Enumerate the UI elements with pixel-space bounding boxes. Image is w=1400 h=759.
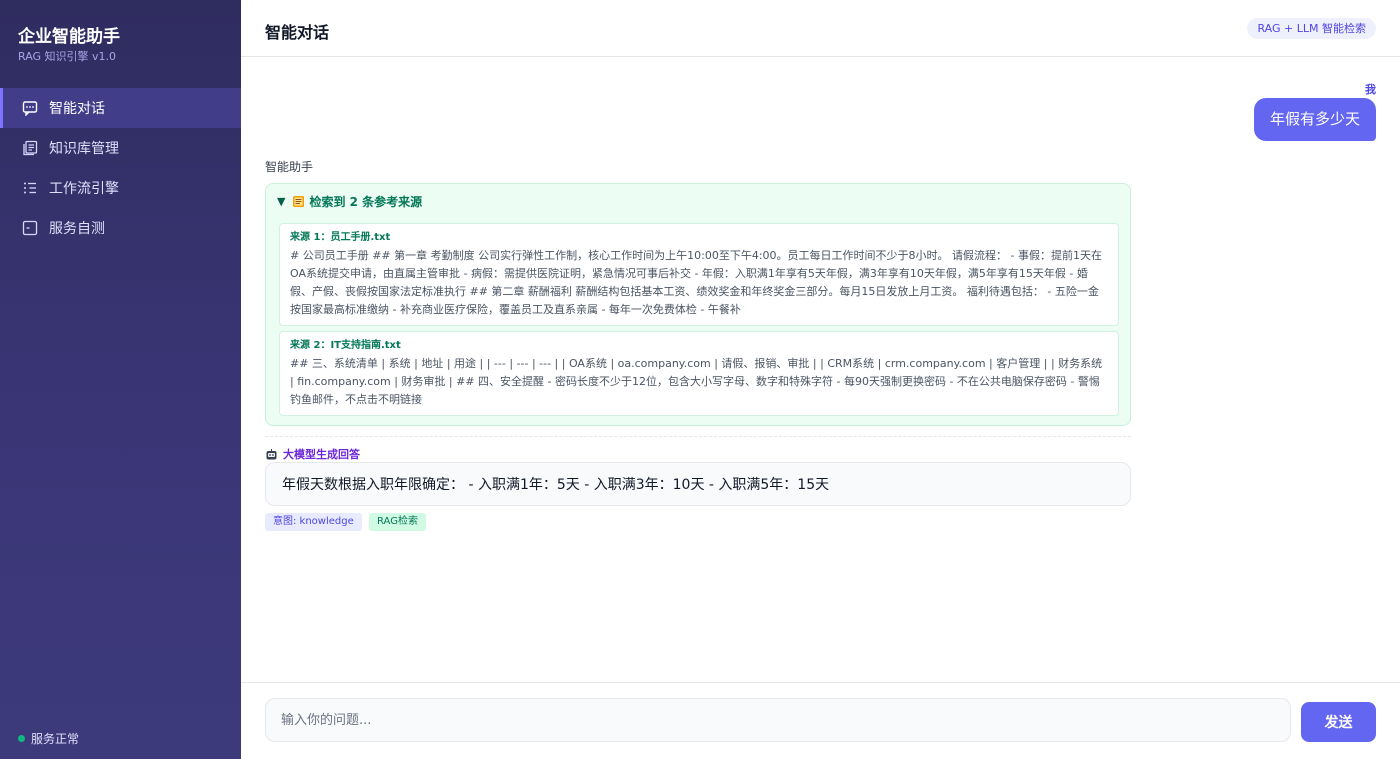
assistant-answer-bubble: 年假天数根据入职年限确定： - 入职满1年：5天 - 入职满3年：10天 - 入… bbox=[265, 462, 1131, 506]
workflow-list-icon bbox=[22, 180, 38, 196]
top-header: 智能对话 RAG + LLM 智能检索 bbox=[241, 0, 1400, 57]
sidebar-item-workflow[interactable]: 工作流引擎 bbox=[0, 168, 241, 208]
generated-answer-label-text: 大模型生成回答 bbox=[283, 448, 360, 461]
mode-badge: RAG + LLM 智能检索 bbox=[1247, 18, 1376, 39]
service-status: 服务正常 bbox=[18, 730, 79, 747]
assistant-label: 智能助手 bbox=[265, 160, 314, 174]
sidebar-nav: 智能对话 知识库管理 工作流引擎 服务自测 bbox=[0, 88, 241, 248]
intent-tag: 意图: knowledge bbox=[265, 513, 362, 531]
sidebar-item-label: 工作流引擎 bbox=[49, 181, 119, 197]
rag-tag: RAG检索 bbox=[369, 513, 426, 531]
source-card-2: 来源 2：IT支持指南.txt ## 三、系统清单 | 系统 | 地址 | 用途… bbox=[279, 331, 1119, 416]
sidebar-item-label: 服务自测 bbox=[49, 221, 105, 237]
robot-icon bbox=[265, 448, 278, 461]
sidebar-item-label: 知识库管理 bbox=[49, 141, 119, 157]
status-dot-icon bbox=[18, 735, 25, 742]
chat-area[interactable]: 我 年假有多少天 智能助手 ▼ 检索到 2 条参考来源 来源 1：员工手册.tx… bbox=[241, 57, 1400, 682]
page-title: 智能对话 bbox=[265, 23, 330, 42]
sources-header: 检索到 2 条参考来源 bbox=[309, 195, 423, 209]
send-button[interactable]: 发送 bbox=[1301, 702, 1376, 742]
user-message-bubble: 年假有多少天 bbox=[1253, 98, 1376, 141]
sources-toggle[interactable]: ▼ 检索到 2 条参考来源 bbox=[277, 193, 422, 210]
source-text: # 公司员工手册 ## 第一章 考勤制度 公司实行弹性工作制，核心工作时间为上午… bbox=[290, 249, 1102, 316]
input-bar: 发送 bbox=[241, 682, 1400, 759]
app-title: 企业智能助手 bbox=[18, 27, 120, 47]
book-icon bbox=[292, 195, 305, 208]
source-title: 来源 2：IT支持指南.txt bbox=[290, 340, 401, 351]
service-status-label: 服务正常 bbox=[31, 732, 80, 746]
app-subtitle: RAG 知识引擎 v1.0 bbox=[18, 50, 117, 63]
triangle-down-icon: ▼ bbox=[277, 195, 286, 208]
sidebar-item-chat[interactable]: 智能对话 bbox=[0, 88, 241, 128]
self-test-icon bbox=[22, 220, 38, 236]
source-text: ## 三、系统清单 | 系统 | 地址 | 用途 | | --- | --- |… bbox=[290, 357, 1103, 406]
sidebar-item-label: 智能对话 bbox=[49, 101, 105, 117]
chat-icon bbox=[22, 100, 38, 116]
user-label: 我 bbox=[1365, 83, 1376, 96]
sidebar-item-knowledge[interactable]: 知识库管理 bbox=[0, 128, 241, 168]
sidebar: 企业智能助手 RAG 知识引擎 v1.0 智能对话 知识库管理 工作流引擎 服务… bbox=[0, 0, 241, 759]
library-icon bbox=[22, 140, 38, 156]
sources-panel: ▼ 检索到 2 条参考来源 来源 1：员工手册.txt # 公司员工手册 ## … bbox=[265, 183, 1131, 426]
source-card-1: 来源 1：员工手册.txt # 公司员工手册 ## 第一章 考勤制度 公司实行弹… bbox=[279, 223, 1119, 326]
source-title: 来源 1：员工手册.txt bbox=[290, 232, 391, 243]
divider bbox=[265, 436, 1131, 437]
sidebar-item-self-test[interactable]: 服务自测 bbox=[0, 208, 241, 248]
generated-answer-label: 大模型生成回答 bbox=[265, 446, 360, 462]
question-input[interactable] bbox=[265, 698, 1291, 742]
